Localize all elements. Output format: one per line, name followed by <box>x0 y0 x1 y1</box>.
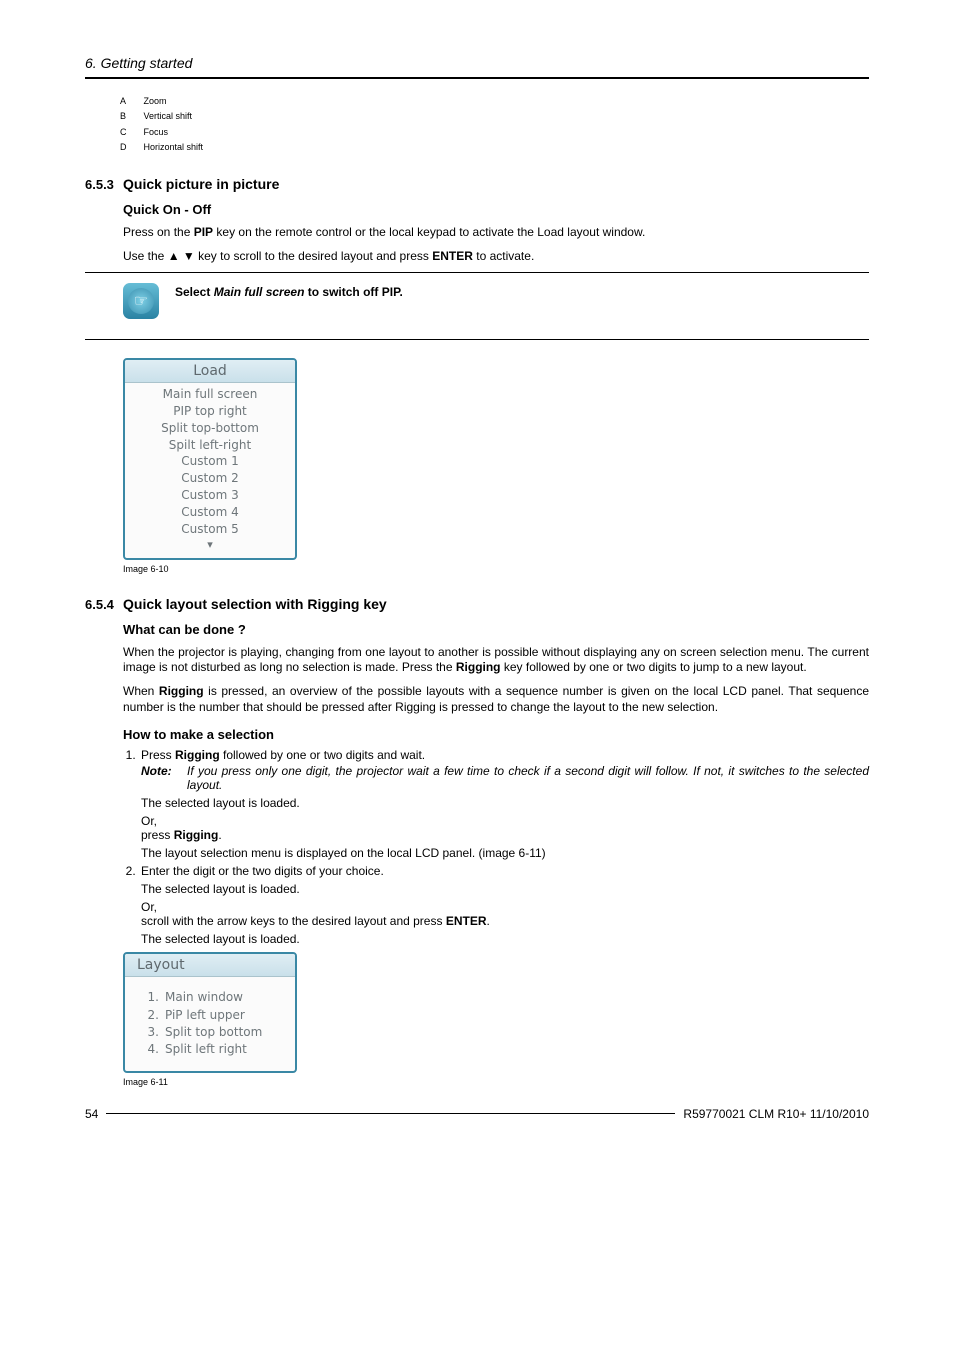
quick-on-off-title: Quick On - Off <box>123 202 869 217</box>
how-to-title: How to make a selection <box>123 727 869 742</box>
paragraph: Press on the PIP key on the remote contr… <box>123 225 869 241</box>
layout-menu: Layout 1.Main window2.PiP left upper3.Sp… <box>123 952 297 1073</box>
section-title: Quick picture in picture <box>123 176 279 192</box>
load-menu-title: Load <box>125 360 295 383</box>
text: The selected layout is loaded. <box>141 882 869 896</box>
paragraph: Use the ▲ ▼ key to scroll to the desired… <box>123 249 869 265</box>
load-menu-item: Custom 1 <box>125 453 295 470</box>
section-654-heading: 6.5.4 Quick layout selection with Riggin… <box>85 596 869 612</box>
legend-value: Zoom <box>143 95 218 108</box>
paragraph: When the projector is playing, changing … <box>123 645 869 676</box>
legend-key: D <box>119 141 141 154</box>
layout-menu-item: 1.Main window <box>139 989 295 1006</box>
text-or: Or, <box>141 900 869 914</box>
pip-key: PIP <box>194 225 213 239</box>
layout-menu-title: Layout <box>125 954 295 977</box>
text: Use the ▲ ▼ key to scroll to the desired… <box>123 249 432 263</box>
page-number: 54 <box>85 1107 98 1121</box>
rigging-key: Rigging <box>174 828 219 842</box>
layout-item-num: 1. <box>139 989 165 1006</box>
text: is pressed, an overview of the possible … <box>123 684 869 714</box>
text: When <box>123 684 159 698</box>
text-or: Or, <box>141 814 869 828</box>
text: scroll with the arrow keys to the desire… <box>141 914 446 928</box>
doc-id: R59770021 CLM R10+ 11/10/2010 <box>683 1107 869 1121</box>
text: Press <box>141 748 175 762</box>
text: key followed by one or two digits to jum… <box>501 660 807 674</box>
section-653-heading: 6.5.3 Quick picture in picture <box>85 176 869 192</box>
text: Press on the <box>123 225 194 239</box>
legend-value: Vertical shift <box>143 110 218 123</box>
enter-key: ENTER <box>432 249 473 263</box>
layout-menu-item: 4.Split left right <box>139 1041 295 1058</box>
layout-item-text: Split top bottom <box>165 1024 262 1041</box>
image-caption: Image 6-11 <box>123 1077 869 1087</box>
note: ☞ Select Main full screen to switch off … <box>85 277 869 325</box>
legend-value: Horizontal shift <box>143 141 218 154</box>
text: . <box>486 914 489 928</box>
section-number: 6.5.3 <box>85 177 123 192</box>
load-menu-item: Custom 4 <box>125 504 295 521</box>
layout-menu-item: 3.Split top bottom <box>139 1024 295 1041</box>
text: . <box>218 828 221 842</box>
rigging-key: Rigging <box>175 748 220 762</box>
note-label: Note: <box>141 764 187 792</box>
enter-key: ENTER <box>446 914 487 928</box>
load-menu-items: Main full screenPIP top rightSplit top-b… <box>125 383 295 558</box>
text-italic: Main full screen <box>214 285 305 299</box>
text: followed by one or two digits and wait. <box>220 748 425 762</box>
image-caption: Image 6-10 <box>123 564 869 574</box>
running-head: 6. Getting started <box>85 55 869 77</box>
what-can-be-done-title: What can be done ? <box>123 622 869 637</box>
rigging-key: Rigging <box>456 660 501 674</box>
load-menu-item: Spilt left-right <box>125 437 295 454</box>
rule <box>85 272 869 273</box>
load-menu-item: Split top-bottom <box>125 420 295 437</box>
section-title: Quick layout selection with Rigging key <box>123 596 387 612</box>
legend: AZoomBVertical shiftCFocusDHorizontal sh… <box>117 93 219 156</box>
text: Enter the digit or the two digits of you… <box>141 864 384 878</box>
text: to activate. <box>473 249 534 263</box>
layout-item-text: Main window <box>165 989 243 1006</box>
load-menu-item: Custom 5 <box>125 521 295 538</box>
legend-value: Focus <box>143 126 218 139</box>
legend-key: C <box>119 126 141 139</box>
text: to switch off PIP. <box>304 285 402 299</box>
text: key on the remote control or the local k… <box>213 225 645 239</box>
load-menu-item: Custom 3 <box>125 487 295 504</box>
hand-point-icon: ☞ <box>123 283 159 319</box>
layout-item-text: Split left right <box>165 1041 247 1058</box>
footer: 54 R59770021 CLM R10+ 11/10/2010 <box>85 1107 869 1121</box>
chevron-down-icon: ▾ <box>125 537 295 552</box>
legend-key: A <box>119 95 141 108</box>
layout-menu-items: 1.Main window2.PiP left upper3.Split top… <box>125 977 295 1071</box>
footer-rule <box>106 1113 675 1114</box>
load-menu: Load Main full screenPIP top rightSplit … <box>123 358 297 560</box>
layout-item-text: PiP left upper <box>165 1007 245 1024</box>
text: press <box>141 828 174 842</box>
text: The layout selection menu is displayed o… <box>141 846 869 860</box>
page: 6. Getting started AZoomBVertical shiftC… <box>0 0 954 1151</box>
text: The selected layout is loaded. <box>141 796 869 810</box>
text: The selected layout is loaded. <box>141 932 869 946</box>
layout-item-num: 4. <box>139 1041 165 1058</box>
note-body: If you press only one digit, the project… <box>187 764 869 792</box>
load-menu-item: Custom 2 <box>125 470 295 487</box>
layout-item-num: 3. <box>139 1024 165 1041</box>
howto-step-2: Enter the digit or the two digits of you… <box>139 864 869 946</box>
paragraph: When Rigging is pressed, an overview of … <box>123 684 869 715</box>
load-menu-item: Main full screen <box>125 386 295 403</box>
layout-item-num: 2. <box>139 1007 165 1024</box>
load-menu-item: PIP top right <box>125 403 295 420</box>
legend-key: B <box>119 110 141 123</box>
howto-list: Press Rigging followed by one or two dig… <box>123 748 869 946</box>
howto-step-1: Press Rigging followed by one or two dig… <box>139 748 869 860</box>
text: Select <box>175 285 214 299</box>
header-rule <box>85 77 869 79</box>
layout-menu-item: 2.PiP left upper <box>139 1007 295 1024</box>
section-number: 6.5.4 <box>85 597 123 612</box>
rigging-key: Rigging <box>159 684 204 698</box>
